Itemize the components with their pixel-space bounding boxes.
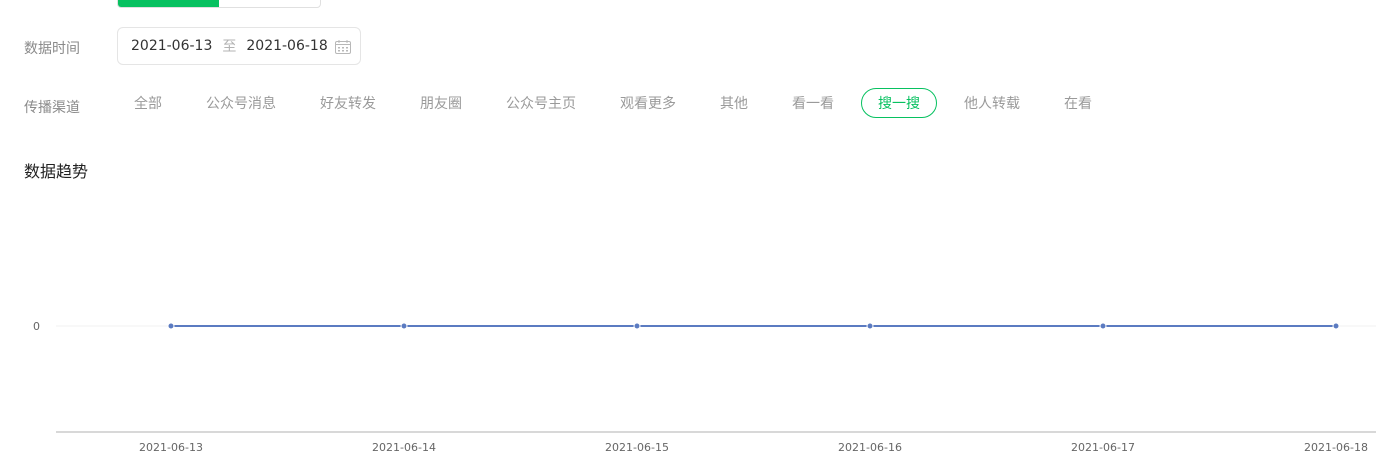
- x-tick-label: 2021-06-17: [1071, 441, 1135, 453]
- series-layer: [167, 322, 1340, 330]
- trend-chart: 0 2021-06-13 2021-06-14 2021-06-15 2021-06-…: [33, 320, 1376, 453]
- y-tick-label: 0: [33, 320, 40, 333]
- data-point[interactable]: [866, 322, 874, 330]
- x-tick-label: 2021-06-18: [1304, 441, 1368, 453]
- data-point[interactable]: [400, 322, 408, 330]
- x-tick-label: 2021-06-13: [139, 441, 203, 453]
- data-point[interactable]: [1099, 322, 1107, 330]
- x-labels: 2021-06-13 2021-06-14 2021-06-15 2021-06-16…: [139, 441, 1368, 453]
- data-point[interactable]: [167, 322, 175, 330]
- x-tick-label: 2021-06-14: [372, 441, 436, 453]
- page: 数据时间 2021-06-13 至 2021-06-18 传播渠道 全部 公众号…: [0, 0, 1376, 453]
- x-tick-label: 2021-06-15: [605, 441, 669, 453]
- x-tick-label: 2021-06-16: [838, 441, 902, 453]
- data-point[interactable]: [1332, 322, 1340, 330]
- data-point[interactable]: [633, 322, 641, 330]
